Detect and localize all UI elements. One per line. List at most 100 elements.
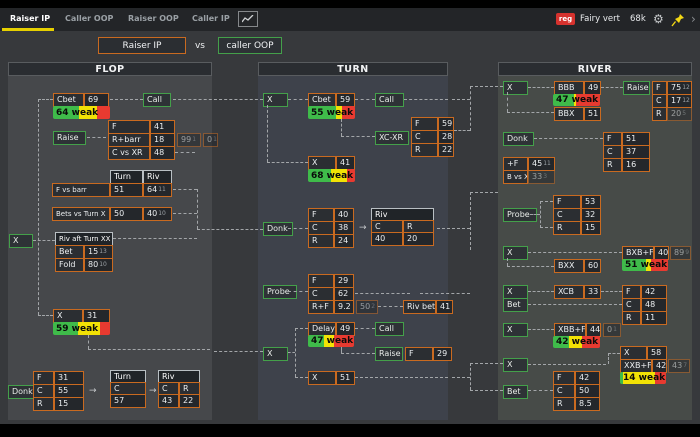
river-probe-row-c[interactable]: C 32 xyxy=(553,208,601,222)
stat-value: 42 xyxy=(575,371,600,385)
flop-check-node[interactable]: X 31 xyxy=(53,309,110,323)
river-raise-row-r[interactable]: R 20 5 xyxy=(652,107,692,121)
river-bxbf-node[interactable]: BXB+F 40 xyxy=(622,246,669,260)
flop-cbet-node[interactable]: Cbet 69 xyxy=(53,93,109,107)
turn-donk-riv-values[interactable]: 40 20 xyxy=(371,232,434,246)
river-probe-row-f[interactable]: F 53 xyxy=(553,195,601,209)
flop-rivaft-fold-row[interactable]: Fold 80 10 xyxy=(55,258,113,272)
river-xbbf-node[interactable]: XBB+F 44 xyxy=(554,323,601,337)
river-probe-row-r[interactable]: R 15 xyxy=(553,221,601,235)
river-xxbf-extra[interactable]: 43 7 xyxy=(668,359,690,373)
tab-raiser-oop[interactable]: Raiser OOP xyxy=(128,8,179,28)
stat-value: 43 xyxy=(158,394,179,408)
river-donk-row-c[interactable]: C 37 xyxy=(603,145,650,159)
river-bbb-node[interactable]: BBB 49 xyxy=(554,81,601,95)
flop-donk-row-c[interactable]: C 55 xyxy=(33,384,84,398)
river-xcb-node[interactable]: XCB 33 xyxy=(554,285,601,299)
river-bet1-row-r[interactable]: R 11 xyxy=(622,311,667,325)
river-bet2-row-c[interactable]: C 50 xyxy=(553,384,600,398)
turn-check-node[interactable]: X 41 xyxy=(308,156,355,170)
turn-raise-node[interactable]: Raise xyxy=(375,347,403,361)
flop-vsraise-extra2[interactable]: 01 xyxy=(203,133,218,147)
turn-delay-node[interactable]: Delay 49 xyxy=(308,322,355,336)
action-label: X xyxy=(503,285,528,299)
river-bet1-node[interactable]: Bet xyxy=(503,298,528,312)
river-donk-row-f[interactable]: F 51 xyxy=(603,132,650,146)
flop-vsraise-row-f[interactable]: F 41 xyxy=(108,120,175,134)
flop-vsraise-extra1[interactable]: 99 1 xyxy=(177,133,201,147)
turn-probe-row-f[interactable]: F 29 xyxy=(308,274,354,288)
turn-call2-node[interactable]: Call xyxy=(375,322,404,336)
stat-label: C xyxy=(652,94,667,108)
river-raise-row-c[interactable]: C 17 12 xyxy=(652,94,692,108)
river-x58-node[interactable]: X 58 xyxy=(620,346,667,360)
river-plusf-row[interactable]: +F 45 11 xyxy=(503,157,555,171)
flop-betsvsturnx-row[interactable]: Bets vs Turn X 50 40 10 xyxy=(52,207,172,221)
turn-donk-row-c[interactable]: C 38 xyxy=(308,221,354,235)
turn-probe-row-c[interactable]: C 62 xyxy=(308,287,354,301)
tab-caller-oop[interactable]: Caller OOP xyxy=(65,8,113,28)
river-bxbf-extra[interactable]: 89 9 xyxy=(670,246,691,260)
flop-fvsbarr-row[interactable]: F vs barr 51 64 11 xyxy=(52,183,172,197)
river-xbbf-extra[interactable]: 01 xyxy=(603,323,621,337)
river-bxx-node[interactable]: BXX 60 xyxy=(554,259,601,273)
chevron-right-icon[interactable]: › xyxy=(691,13,696,25)
tab-caller-ip[interactable]: Caller IP xyxy=(192,8,230,28)
flop-donk-turn-value[interactable]: 57 xyxy=(110,394,146,408)
turn-xcxr-node[interactable]: XC-XR xyxy=(375,131,409,145)
connector-line xyxy=(197,229,263,230)
bar-text: 47 weak xyxy=(556,95,599,105)
account-name[interactable]: Fairy vert xyxy=(580,14,620,24)
river-donk-row-r[interactable]: R 16 xyxy=(603,158,650,172)
action-freq: 41 xyxy=(336,156,355,170)
turn-xx-node[interactable]: X 51 xyxy=(308,371,355,385)
flop-call-node[interactable]: Call xyxy=(143,93,171,107)
turn-probe-extra[interactable]: 50 2 xyxy=(356,300,378,314)
gear-icon[interactable]: ⚙ xyxy=(653,13,664,25)
poker-tree-app: Raiser IP Caller OOP Raiser OOP Caller I… xyxy=(0,0,700,437)
stat-value-dim: 89 9 xyxy=(670,246,691,260)
river-x5-node[interactable]: X xyxy=(503,358,528,372)
action-label: Cbet xyxy=(53,93,84,107)
flop-donk-row-f[interactable]: F 31 xyxy=(33,371,84,385)
flop-vsraise-row-cvsxr[interactable]: C vs XR 48 xyxy=(108,146,175,160)
turn-xcxr-row-c[interactable]: C 28 xyxy=(411,130,454,144)
river-xxbf-node[interactable]: XXB+F 42 xyxy=(620,359,667,373)
chart-icon[interactable] xyxy=(238,11,258,27)
river-bet2-node[interactable]: Bet xyxy=(503,385,528,399)
river-x3-node[interactable]: X xyxy=(503,285,528,299)
river-bet2-row-r[interactable]: R 8.5 xyxy=(553,397,600,411)
river-x4-node[interactable]: X xyxy=(503,323,528,337)
matchup-villain-box[interactable]: caller OOP xyxy=(218,37,282,54)
flop-donk-row-r[interactable]: R 15 xyxy=(33,397,84,411)
turn-rivbet-node[interactable]: Riv bet 41 xyxy=(403,300,453,314)
turn-xcxr-row-f[interactable]: F 59 xyxy=(411,117,454,131)
flop-rivaft-bet-row[interactable]: Bet 15 13 xyxy=(55,245,113,259)
pin-icon[interactable] xyxy=(671,12,685,31)
river-raise-row-f[interactable]: F 75 12 xyxy=(652,81,692,95)
turn-donk-node[interactable]: Donk xyxy=(263,222,293,236)
flop-donk-riv-values[interactable]: 43 22 xyxy=(158,394,200,408)
turn-donk-row-r[interactable]: R 24 xyxy=(308,234,354,248)
tab-raiser-ip[interactable]: Raiser IP xyxy=(10,8,50,28)
river-bet1-row-c[interactable]: C 48 xyxy=(622,298,667,312)
flop-x-node[interactable]: X xyxy=(9,234,33,248)
flop-raise-node[interactable]: Raise xyxy=(53,131,86,145)
turn-call-node[interactable]: Call xyxy=(375,93,404,107)
river-bet1-row-f[interactable]: F 42 xyxy=(622,285,667,299)
turn-probe-node[interactable]: Probe xyxy=(263,285,297,299)
river-bbx-node[interactable]: BBX 51 xyxy=(554,107,601,121)
turn-raise-f-row[interactable]: F 29 xyxy=(405,347,452,361)
flop-vsraise-row-rbarr[interactable]: R+barr 18 xyxy=(108,133,175,147)
matchup-hero-box[interactable]: Raiser IP xyxy=(98,37,186,54)
turn-xcxr-row-r[interactable]: R 22 xyxy=(411,143,454,157)
river-raise-node[interactable]: Raise xyxy=(623,81,650,95)
river-bvsx-row[interactable]: B vs X 33 3 xyxy=(503,170,555,184)
turn-donk-row-f[interactable]: F 40 xyxy=(308,208,354,222)
river-probe-node[interactable]: Probe xyxy=(503,208,537,222)
turn-x2-node[interactable]: X xyxy=(263,347,288,361)
turn-probe-row-rf[interactable]: R+F 9.2 xyxy=(308,300,354,314)
river-donk-node[interactable]: Donk xyxy=(503,132,534,146)
turn-cbet-node[interactable]: Cbet 59 xyxy=(308,93,355,107)
river-bet2-row-f[interactable]: F 42 xyxy=(553,371,600,385)
